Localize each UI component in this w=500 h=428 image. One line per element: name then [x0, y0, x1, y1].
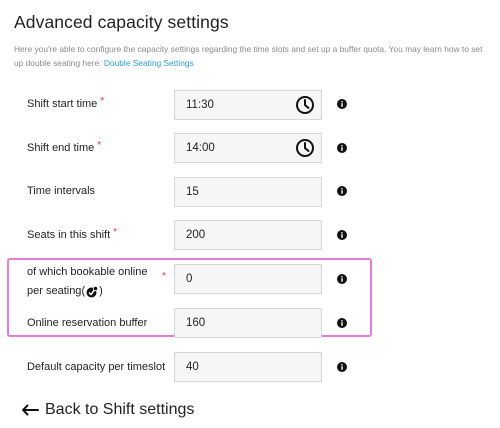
- shift-end-input[interactable]: 14:00: [174, 133, 322, 163]
- time-intervals-input[interactable]: 15: [174, 177, 322, 207]
- bookable-online-label-line1: of which bookable online: [27, 266, 148, 278]
- time-intervals-value: 15: [186, 186, 199, 198]
- bracket-close: ): [99, 285, 103, 297]
- default-capacity-input[interactable]: 40: [174, 352, 322, 382]
- time-intervals-label: Time intervals: [27, 185, 95, 197]
- required-marker: *: [97, 140, 102, 151]
- required-marker: *: [162, 271, 166, 282]
- shift-end-info-icon[interactable]: [337, 143, 347, 153]
- intro-description: Here you're able to configure the capaci…: [14, 44, 483, 68]
- shift-start-info-icon[interactable]: [337, 99, 347, 109]
- required-marker: *: [100, 96, 105, 107]
- back-to-shift-settings-link[interactable]: Back to Shift settings: [21, 401, 194, 419]
- shift-start-label: Shift start time *: [27, 96, 105, 110]
- bookable-online-value: 0: [186, 273, 193, 285]
- seats-info-icon[interactable]: [337, 230, 347, 240]
- seats-label-text: Seats in this shift: [27, 229, 111, 241]
- bookable-online-label-line2: per seating( ): [27, 282, 147, 301]
- shift-start-input[interactable]: 11:30: [174, 90, 322, 120]
- double-seating-icon: [86, 285, 99, 297]
- online-buffer-label: Online reservation buffer: [27, 317, 147, 329]
- online-buffer-info-icon[interactable]: [337, 318, 347, 328]
- time-intervals-info-icon[interactable]: [337, 186, 347, 196]
- shift-start-value: 11:30: [186, 99, 214, 111]
- shift-end-label: Shift end time *: [27, 140, 102, 154]
- default-capacity-info-icon[interactable]: [337, 362, 347, 372]
- default-capacity-label-text: Default capacity per timeslot: [27, 361, 166, 373]
- seats-value: 200: [186, 229, 206, 241]
- online-buffer-label-text: Online reservation buffer: [27, 317, 148, 329]
- seats-label: Seats in this shift *: [27, 227, 118, 241]
- page-title: Advanced capacity settings: [14, 12, 229, 32]
- shift-start-label-text: Shift start time: [27, 98, 98, 110]
- double-seating-settings-link[interactable]: Double Seating Settings: [104, 58, 194, 68]
- seats-input[interactable]: 200: [174, 220, 322, 250]
- shift-end-label-text: Shift end time: [27, 142, 95, 154]
- online-buffer-input[interactable]: 160: [174, 308, 322, 338]
- bracket-open: (: [81, 285, 86, 297]
- online-buffer-value: 160: [186, 317, 206, 329]
- bookable-online-label-line2-text: per seating: [27, 285, 82, 297]
- bookable-online-input[interactable]: 0: [174, 264, 322, 294]
- required-marker: *: [113, 227, 118, 238]
- clock-icon[interactable]: [295, 138, 315, 158]
- bookable-online-info-icon[interactable]: [337, 274, 347, 284]
- time-intervals-label-text: Time intervals: [27, 185, 96, 197]
- shift-end-value: 14:00: [186, 142, 215, 154]
- clock-icon[interactable]: [295, 95, 315, 115]
- bookable-online-label: of which bookable online per seating( ): [27, 263, 147, 301]
- intro-text: Here you're able to configure the capaci…: [14, 43, 494, 70]
- default-capacity-value: 40: [186, 361, 199, 373]
- default-capacity-label: Default capacity per timeslot: [27, 361, 165, 373]
- back-link-label: Back to Shift settings: [45, 401, 195, 418]
- arrow-left-icon: [22, 404, 39, 416]
